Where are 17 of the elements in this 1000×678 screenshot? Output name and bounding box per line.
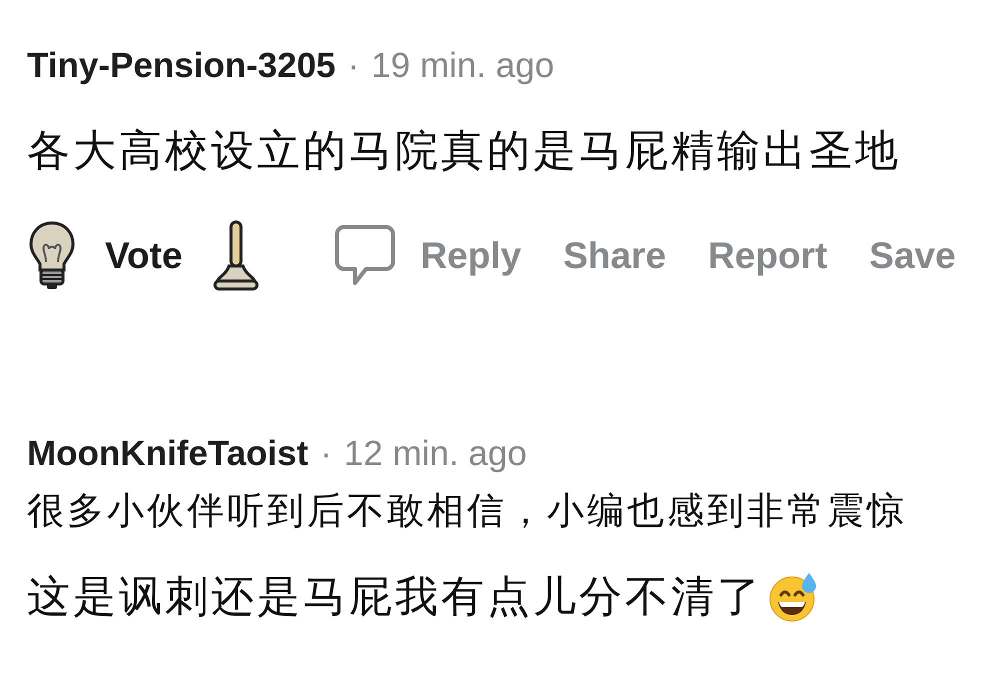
comment-text: 这是讽刺还是马屁我有点儿分不清了 — [27, 571, 763, 624]
plunger-icon[interactable] — [212, 220, 260, 292]
action-button[interactable]: Share — [563, 235, 666, 277]
timestamp: 12 min. ago — [344, 433, 527, 475]
lightbulb-icon[interactable] — [27, 220, 77, 292]
comment-icon — [334, 224, 396, 288]
username-link[interactable]: Tiny-Pension-3205 — [27, 40, 336, 92]
separator-dot: · — [320, 433, 332, 475]
comment-text: 很多小伙伴听到后不敢相信，小编也感到非常震惊 — [27, 488, 907, 534]
separator-dot: · — [348, 45, 360, 87]
action-button[interactable]: Save — [869, 235, 956, 277]
timestamp: 19 min. ago — [371, 45, 554, 87]
username-link[interactable]: MoonKnifeTaoist — [27, 428, 308, 480]
action-button[interactable]: Report — [708, 235, 828, 277]
reply-button[interactable]: Reply — [334, 224, 522, 288]
comment-text: 各大高校设立的马院真的是马屁精输出圣地 — [27, 125, 901, 178]
vote-label: Vote — [105, 235, 182, 277]
